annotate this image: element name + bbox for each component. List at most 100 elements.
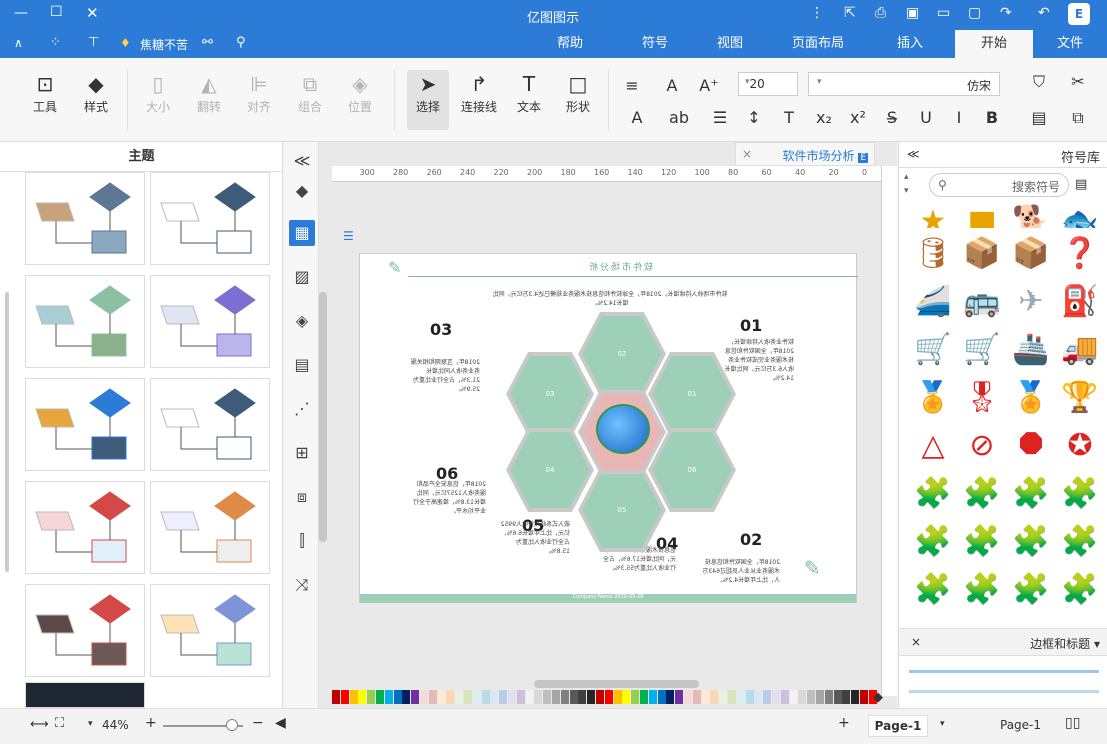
puzzle-3-icon[interactable]: 🧩 (1011, 474, 1051, 514)
color-swatch[interactable] (464, 690, 472, 704)
list-toggle-icon[interactable]: ☰ (343, 229, 354, 243)
paste-icon[interactable]: ▤ (1027, 108, 1051, 127)
more-icon[interactable]: ⋮ (810, 5, 824, 21)
align-icon[interactable]: ⫿ (289, 528, 315, 554)
table-icon[interactable]: ⊞ (289, 440, 315, 466)
shuffle-icon[interactable]: ⤨ (289, 572, 315, 598)
color-swatch[interactable] (508, 690, 516, 704)
save-icon[interactable]: ▣ (906, 5, 919, 21)
medal-star-icon[interactable]: 🏅 (1011, 378, 1051, 418)
color-swatch[interactable] (358, 690, 367, 704)
tab-symbols[interactable]: 符号 (630, 30, 680, 58)
position-button[interactable]: ◈ 位置 (339, 70, 381, 130)
oil-drum-icon[interactable]: ⛽ (1060, 282, 1100, 322)
shirt-icon[interactable]: ⊤ (88, 35, 99, 50)
color-swatch[interactable] (534, 690, 543, 704)
connector-button[interactable]: ↱ 连接线 (458, 70, 500, 130)
page-label[interactable]: Page-1 (1000, 718, 1041, 732)
color-swatch[interactable] (560, 690, 569, 704)
theme-thumbnail[interactable] (25, 378, 145, 471)
group-button[interactable]: ⧉ 组合 (289, 70, 331, 130)
theme-grid-icon[interactable]: ▦ (289, 220, 315, 246)
warning-triangle-icon[interactable]: △ (913, 426, 953, 466)
no-entry-icon[interactable]: ⊘ (962, 426, 1002, 466)
font-family-select[interactable]: 仿宋 ▾ (808, 72, 1000, 96)
tab-help[interactable]: 帮助 (545, 30, 595, 58)
puzzle-icon[interactable]: ⧈ (289, 484, 315, 510)
tab-file[interactable]: 文件 (1045, 30, 1095, 58)
color-swatch[interactable] (455, 690, 464, 704)
fullscreen-icon[interactable]: ⛶ (55, 716, 64, 731)
font-grow-icon[interactable]: A⁺ (697, 76, 721, 95)
export-icon[interactable]: ⇱ (844, 5, 856, 21)
theme-thumbnail[interactable] (25, 275, 145, 368)
color-swatch[interactable] (481, 690, 490, 704)
select-button[interactable]: ➤ 选择 (407, 70, 449, 130)
medal-red-icon[interactable]: 🎖 (962, 378, 1002, 418)
page-icon[interactable]: ▤ (289, 352, 315, 378)
chevron-down-icon[interactable]: ▾ (88, 719, 93, 729)
color-swatch[interactable] (604, 690, 613, 704)
puzzle-6-icon[interactable]: 🧩 (1011, 522, 1051, 562)
color-swatch[interactable] (428, 690, 437, 704)
new-icon[interactable]: ▢ (968, 5, 981, 21)
expand-panel-icon[interactable]: ≪ (289, 148, 315, 174)
puzzle-5-icon[interactable]: 🧩 (962, 522, 1002, 562)
color-swatch[interactable] (393, 690, 402, 704)
zoom-level[interactable]: 44% (102, 718, 129, 732)
color-swatch[interactable] (807, 690, 816, 704)
font-shrink-icon[interactable]: A (660, 76, 684, 95)
color-swatch[interactable] (437, 690, 446, 704)
text-direction-icon[interactable]: T (777, 108, 801, 127)
color-swatch[interactable] (640, 690, 648, 704)
borders-titles-header[interactable]: × 边框和标题 ▾ (899, 628, 1107, 656)
underline-icon[interactable]: U (914, 108, 938, 127)
color-swatch[interactable] (754, 690, 763, 704)
color-swatch[interactable] (596, 690, 604, 704)
bus-icon[interactable]: 🚌 (962, 282, 1002, 322)
chevron-down-icon[interactable]: ▾ (904, 186, 909, 196)
symbol-search-input[interactable]: ⚲ 搜索符号 (929, 173, 1069, 197)
color-swatch[interactable] (701, 690, 710, 704)
box-closed-icon[interactable]: 📦 (1011, 234, 1051, 274)
format-painter-icon[interactable]: ⛉ (1027, 72, 1051, 92)
dog-icon[interactable]: 🐕 (1011, 202, 1051, 228)
minimize-button[interactable]: — (14, 5, 28, 21)
color-swatch[interactable] (622, 690, 631, 704)
hex-upper-left[interactable]: 03 (506, 352, 594, 436)
tab-insert[interactable]: 插入 (880, 30, 940, 58)
puzzle-1-icon[interactable]: 🧩 (913, 474, 953, 514)
hex-lower-left[interactable]: 04 (506, 428, 594, 512)
color-swatch[interactable] (710, 690, 719, 704)
color-swatch[interactable] (525, 690, 534, 704)
play-icon[interactable]: ◀ (275, 715, 286, 731)
fill-icon[interactable]: ◆ (289, 178, 315, 204)
pin-icon[interactable]: ⚲ (236, 35, 246, 50)
color-swatch[interactable] (745, 690, 754, 704)
box-open-icon[interactable]: 📦 (962, 234, 1002, 274)
star-icon[interactable]: ★ (913, 202, 953, 228)
open-icon[interactable]: ▭ (937, 5, 950, 21)
color-swatch[interactable] (860, 690, 868, 704)
tab-home[interactable]: 开始 (955, 30, 1033, 58)
collapse-ribbon-icon[interactable]: ∧ (14, 36, 23, 50)
align-button[interactable]: ⊫ 对齐 (238, 70, 280, 130)
maximize-button[interactable]: ☐ (50, 4, 63, 20)
apps-icon[interactable]: ⁘ (50, 35, 61, 50)
page-tab[interactable]: Page-1 (868, 715, 928, 737)
ship-icon[interactable]: 🚢 (1011, 330, 1051, 370)
library-icon[interactable]: ▤ (1075, 177, 1087, 192)
shape-button[interactable]: □ 形状 (557, 70, 599, 130)
color-swatch[interactable] (376, 690, 384, 704)
color-swatch[interactable] (736, 690, 745, 704)
redo-icon[interactable]: ↷ (1000, 5, 1012, 21)
color-swatch[interactable] (349, 690, 358, 704)
color-swatch[interactable] (420, 690, 428, 704)
color-swatch[interactable] (411, 690, 420, 704)
stop-sign-icon[interactable]: ⯃ (1011, 426, 1051, 466)
question-icon[interactable]: ❓ (1060, 234, 1100, 274)
train-icon[interactable]: 🚄 (913, 282, 953, 322)
color-swatch[interactable] (772, 690, 780, 704)
rotate-button[interactable]: ◭ 翻转 (188, 70, 230, 130)
tools-button[interactable]: ⊡ 工具 (24, 70, 66, 130)
